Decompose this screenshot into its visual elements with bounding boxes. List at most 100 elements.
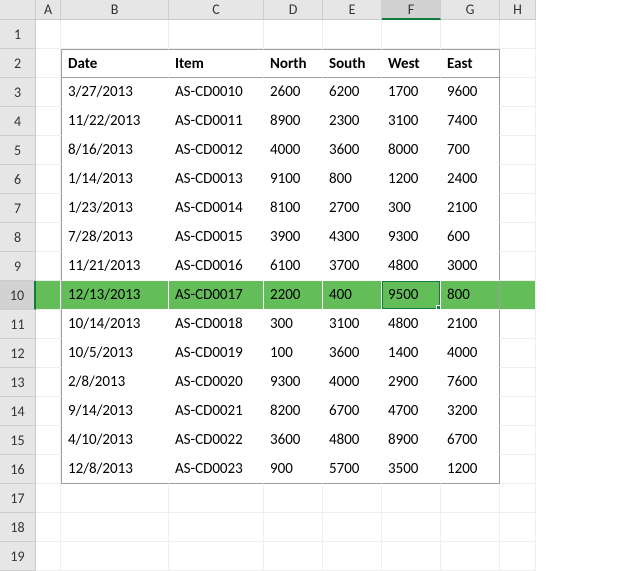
cell-C6[interactable]: AS-CD0013 [169,165,264,194]
cell-H8[interactable] [500,223,536,252]
cell-A3[interactable] [36,78,61,107]
cell-B5[interactable]: 8/16/2013 [61,136,169,165]
cell-A12[interactable] [36,339,61,368]
spreadsheet-grid[interactable]: ABCDEFGH12DateItemNorthSouthWestEast33/2… [0,0,644,571]
cell-A17[interactable] [36,484,61,513]
cell-D1[interactable] [264,20,323,49]
cell-G8[interactable]: 600 [441,223,500,252]
col-header-D[interactable]: D [264,0,323,20]
cell-E18[interactable] [323,513,382,542]
cell-F4[interactable]: 3100 [382,107,441,136]
cell-H3[interactable] [500,78,536,107]
row-header-10[interactable]: 10 [0,281,36,310]
cell-B6[interactable]: 1/14/2013 [61,165,169,194]
cell-C4[interactable]: AS-CD0011 [169,107,264,136]
cell-F14[interactable]: 4700 [382,397,441,426]
cell-F12[interactable]: 1400 [382,339,441,368]
row-header-16[interactable]: 16 [0,455,36,484]
cell-D4[interactable]: 8900 [264,107,323,136]
cell-E13[interactable]: 4000 [323,368,382,397]
col-header-E[interactable]: E [323,0,382,20]
cell-D3[interactable]: 2600 [264,78,323,107]
cell-C12[interactable]: AS-CD0019 [169,339,264,368]
cell-E9[interactable]: 3700 [323,252,382,281]
cell-E15[interactable]: 4800 [323,426,382,455]
cell-A16[interactable] [36,455,61,484]
cell-A18[interactable] [36,513,61,542]
cell-C3[interactable]: AS-CD0010 [169,78,264,107]
cell-H14[interactable] [500,397,536,426]
cell-H19[interactable] [500,542,536,571]
col-header-G[interactable]: G [441,0,500,20]
cell-B8[interactable]: 7/28/2013 [61,223,169,252]
cell-G1[interactable] [441,20,500,49]
cell-F18[interactable] [382,513,441,542]
cell-F15[interactable]: 8900 [382,426,441,455]
cell-F7[interactable]: 300 [382,194,441,223]
row-header-8[interactable]: 8 [0,223,36,252]
cell-C8[interactable]: AS-CD0015 [169,223,264,252]
cell-D15[interactable]: 3600 [264,426,323,455]
cell-G16[interactable]: 1200 [441,455,500,484]
cell-A6[interactable] [36,165,61,194]
row-header-19[interactable]: 19 [0,542,36,571]
cell-B2[interactable]: Date [61,49,169,78]
cell-C15[interactable]: AS-CD0022 [169,426,264,455]
cell-G4[interactable]: 7400 [441,107,500,136]
cell-E14[interactable]: 6700 [323,397,382,426]
cell-E4[interactable]: 2300 [323,107,382,136]
cell-B9[interactable]: 11/21/2013 [61,252,169,281]
cell-A1[interactable] [36,20,61,49]
cell-F10[interactable]: 9500 [382,281,441,310]
cell-F19[interactable] [382,542,441,571]
row-header-3[interactable]: 3 [0,78,36,107]
cell-G7[interactable]: 2100 [441,194,500,223]
cell-G19[interactable] [441,542,500,571]
fill-handle[interactable] [436,305,441,310]
cell-G9[interactable]: 3000 [441,252,500,281]
cell-A14[interactable] [36,397,61,426]
cell-E6[interactable]: 800 [323,165,382,194]
cell-D11[interactable]: 300 [264,310,323,339]
cell-B12[interactable]: 10/5/2013 [61,339,169,368]
cell-D6[interactable]: 9100 [264,165,323,194]
cell-F2[interactable]: West [382,49,441,78]
cell-E8[interactable]: 4300 [323,223,382,252]
cell-H15[interactable] [500,426,536,455]
cell-H2[interactable] [500,49,536,78]
cell-B18[interactable] [61,513,169,542]
cell-B4[interactable]: 11/22/2013 [61,107,169,136]
cell-G15[interactable]: 6700 [441,426,500,455]
cell-C2[interactable]: Item [169,49,264,78]
cell-F6[interactable]: 1200 [382,165,441,194]
row-header-11[interactable]: 11 [0,310,36,339]
cell-C11[interactable]: AS-CD0018 [169,310,264,339]
row-header-13[interactable]: 13 [0,368,36,397]
row-header-14[interactable]: 14 [0,397,36,426]
cell-G10[interactable]: 800 [441,281,500,310]
cell-H10[interactable] [500,281,536,310]
cell-F1[interactable] [382,20,441,49]
cell-E17[interactable] [323,484,382,513]
cell-A10[interactable] [36,281,61,310]
row-header-15[interactable]: 15 [0,426,36,455]
cell-H9[interactable] [500,252,536,281]
cell-A5[interactable] [36,136,61,165]
cell-F11[interactable]: 4800 [382,310,441,339]
row-header-12[interactable]: 12 [0,339,36,368]
cell-A7[interactable] [36,194,61,223]
cell-B17[interactable] [61,484,169,513]
cell-A4[interactable] [36,107,61,136]
cell-D13[interactable]: 9300 [264,368,323,397]
cell-C14[interactable]: AS-CD0021 [169,397,264,426]
cell-D17[interactable] [264,484,323,513]
cell-A9[interactable] [36,252,61,281]
cell-H5[interactable] [500,136,536,165]
cell-F13[interactable]: 2900 [382,368,441,397]
cell-C9[interactable]: AS-CD0016 [169,252,264,281]
cell-H12[interactable] [500,339,536,368]
row-header-4[interactable]: 4 [0,107,36,136]
cell-D5[interactable]: 4000 [264,136,323,165]
cell-D2[interactable]: North [264,49,323,78]
cell-B11[interactable]: 10/14/2013 [61,310,169,339]
